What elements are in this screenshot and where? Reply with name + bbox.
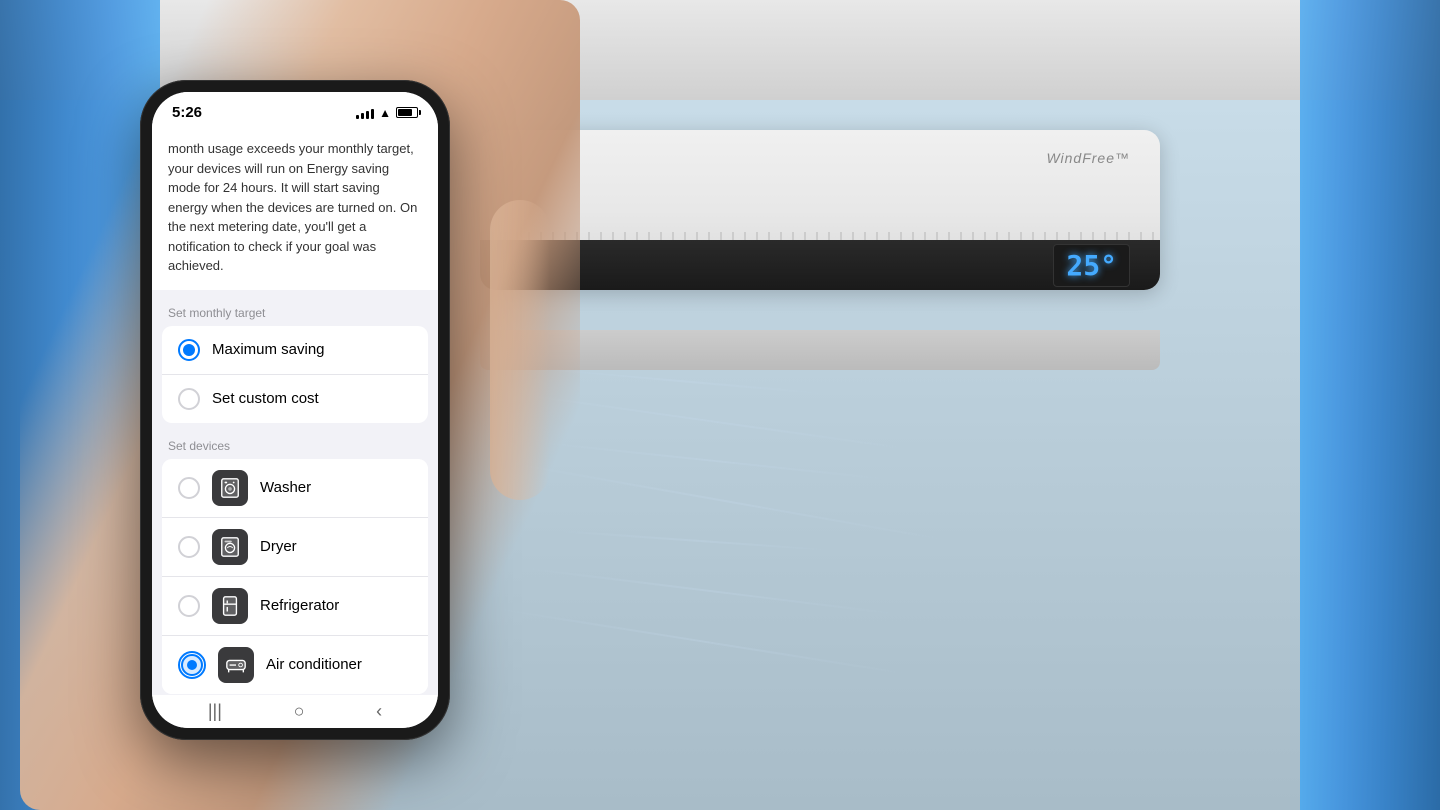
description-text: month usage exceeds your monthly target,… xyxy=(168,139,422,276)
battery-fill xyxy=(398,109,412,116)
ac-brand-label: WindFree™ xyxy=(1046,150,1130,166)
nav-back-icon[interactable]: ‹ xyxy=(376,701,382,722)
device-radio-washer[interactable] xyxy=(178,477,200,499)
radio-max-saving-label: Maximum saving xyxy=(212,341,325,358)
set-devices-section-header: Set devices xyxy=(152,431,438,459)
status-time: 5:26 xyxy=(172,104,202,121)
ac-unit: WindFree™ 25° xyxy=(480,130,1160,330)
device-radio-ac[interactable] xyxy=(178,651,206,679)
device-radio-dryer[interactable] xyxy=(178,536,200,558)
nav-home-icon[interactable]: ○ xyxy=(294,701,305,722)
ac-device-icon xyxy=(225,654,247,676)
washer-icon-wrap xyxy=(212,470,248,506)
ac-grille: 25° xyxy=(480,240,1160,290)
phone: 5:26 ▲ month xyxy=(140,80,450,740)
devices-list: Washer xyxy=(162,459,428,694)
phone-screen: 5:26 ▲ month xyxy=(152,92,438,728)
device-item-ac[interactable]: Air conditioner xyxy=(162,636,428,694)
status-icons: ▲ xyxy=(356,106,418,120)
device-label-refrigerator: Refrigerator xyxy=(260,597,412,614)
battery-icon xyxy=(396,107,418,118)
device-item-dryer[interactable]: Dryer xyxy=(162,518,428,577)
phone-frame: 5:26 ▲ month xyxy=(140,80,450,740)
device-radio-refrigerator[interactable] xyxy=(178,595,200,617)
radio-item-max-saving[interactable]: Maximum saving xyxy=(162,326,428,375)
device-radio-ac-inner xyxy=(181,654,203,676)
monthly-target-section-header: Set monthly target xyxy=(152,298,438,326)
device-item-washer[interactable]: Washer xyxy=(162,459,428,518)
signal-bars-icon xyxy=(356,107,374,119)
nav-bar: ||| ○ ‹ xyxy=(152,695,438,728)
screen-content[interactable]: month usage exceeds your monthly target,… xyxy=(152,125,438,695)
device-label-washer: Washer xyxy=(260,479,412,496)
nav-recent-apps-icon[interactable]: ||| xyxy=(208,701,222,722)
dryer-icon xyxy=(219,536,241,558)
status-bar: 5:26 ▲ xyxy=(152,92,438,125)
signal-bar-1 xyxy=(356,115,359,119)
curtain-left xyxy=(0,0,160,810)
radio-custom-cost-circle[interactable] xyxy=(178,388,200,410)
washer-icon xyxy=(219,477,241,499)
ac-airflow xyxy=(480,340,1300,740)
ac-body: WindFree™ 25° xyxy=(480,130,1160,290)
description-block: month usage exceeds your monthly target,… xyxy=(152,125,438,290)
radio-max-saving-circle[interactable] xyxy=(178,339,200,361)
device-label-dryer: Dryer xyxy=(260,538,412,555)
curtain-right xyxy=(1300,0,1440,810)
refrigerator-icon-wrap xyxy=(212,588,248,624)
ac-temperature-display: 25° xyxy=(1053,244,1130,287)
signal-bar-3 xyxy=(366,111,369,119)
signal-bar-4 xyxy=(371,109,374,119)
radio-custom-cost-label: Set custom cost xyxy=(212,390,319,407)
radio-item-custom-cost[interactable]: Set custom cost xyxy=(162,375,428,423)
device-item-refrigerator[interactable]: Refrigerator xyxy=(162,577,428,636)
device-label-ac: Air conditioner xyxy=(266,656,412,673)
monthly-target-options: Maximum saving Set custom cost xyxy=(162,326,428,423)
signal-bar-2 xyxy=(361,113,364,119)
dryer-icon-wrap xyxy=(212,529,248,565)
refrigerator-icon xyxy=(219,595,241,617)
wifi-icon: ▲ xyxy=(379,106,391,120)
ac-icon-wrap xyxy=(218,647,254,683)
